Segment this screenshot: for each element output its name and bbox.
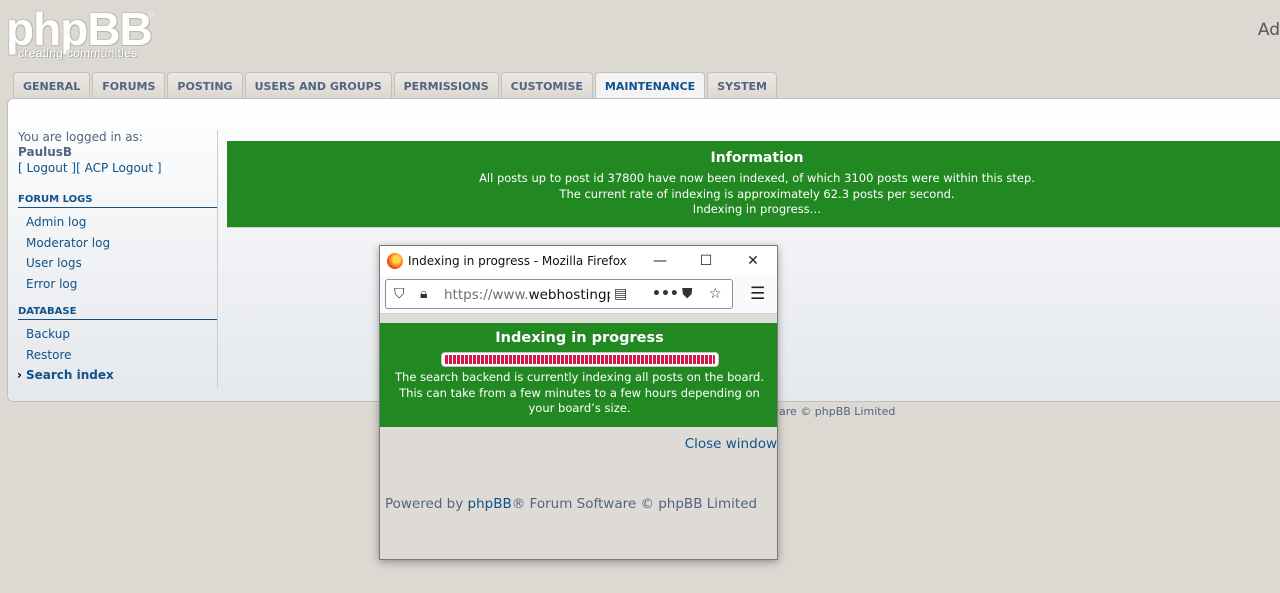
- section-title-forum-logs: FORUM LOGS: [18, 194, 217, 208]
- sidebar-divider: [217, 130, 218, 388]
- logout-links: [ Logout ][ ACP Logout ]: [18, 161, 162, 175]
- toolbar-separator: [380, 313, 777, 323]
- logout-link[interactable]: Logout: [27, 161, 68, 175]
- powered-prefix: Powered by: [385, 496, 468, 512]
- sidebar-item-moderator-log[interactable]: Moderator log: [18, 233, 218, 254]
- progress-message: The search backend is currently indexing…: [395, 370, 764, 415]
- acp-tabs: GENERAL FORUMS POSTING USERS AND GROUPS …: [13, 72, 777, 100]
- section-title-database: DATABASE: [18, 306, 217, 320]
- sidebar-item-admin-log[interactable]: Admin log: [18, 212, 218, 233]
- information-line-status: Indexing in progress…: [692, 202, 822, 216]
- tab-users-and-groups[interactable]: USERS AND GROUPS: [244, 72, 392, 99]
- logo-registered-mark: ®: [146, 8, 158, 22]
- username: PaulusB: [18, 145, 73, 159]
- indexing-progress-box: Indexing in progress The search backend …: [380, 323, 777, 427]
- information-line-rate: The current rate of indexing is approxim…: [559, 186, 955, 201]
- phpbb-logo[interactable]: phpBB ® creating communities: [6, 3, 166, 62]
- tab-system[interactable]: SYSTEM: [707, 72, 777, 99]
- sidebar: You are logged in as: PaulusB [ Logout ]…: [17, 130, 218, 386]
- acp-logout-link[interactable]: ACP Logout: [85, 161, 154, 175]
- tab-permissions[interactable]: PERMISSIONS: [393, 72, 499, 99]
- maximize-icon[interactable]: ☐: [696, 251, 716, 271]
- sidebar-item-user-logs[interactable]: User logs: [18, 253, 218, 274]
- background-footer: ware © phpBB Limited: [770, 405, 896, 418]
- logo-tagline: creating communities: [18, 46, 138, 60]
- tab-forums[interactable]: FORUMS: [92, 72, 166, 99]
- close-icon[interactable]: ✕: [743, 251, 763, 271]
- minimize-icon[interactable]: —: [650, 251, 670, 271]
- pocket-icon[interactable]: ⛊: [682, 286, 693, 302]
- url-text[interactable]: https://www.webhostingpro: [444, 287, 610, 303]
- firefox-icon: [387, 253, 403, 269]
- tab-general[interactable]: GENERAL: [13, 72, 91, 99]
- sidebar-item-search-index[interactable]: Search index: [17, 365, 218, 386]
- progress-heading: Indexing in progress: [495, 330, 664, 346]
- close-window-link[interactable]: Close window: [685, 436, 777, 452]
- information-box: Information All posts up to post id 3780…: [227, 141, 1280, 227]
- hamburger-menu-icon[interactable]: ☰: [750, 285, 765, 303]
- logged-in-label: You are logged in as:: [18, 130, 143, 144]
- tracking-shield-icon[interactable]: ⛉: [394, 286, 405, 302]
- tab-customise[interactable]: CUSTOMISE: [500, 72, 593, 99]
- url-domain: webhostingpro: [528, 287, 610, 303]
- firefox-popup-window[interactable]: Indexing in progress - Mozilla Firefox —…: [379, 245, 778, 560]
- database-menu: Backup Restore Search index: [17, 324, 218, 386]
- progress-bar-fill: [444, 355, 715, 364]
- forum-logs-menu: Admin log Moderator log User logs Error …: [18, 212, 218, 294]
- tab-maintenance[interactable]: MAINTENANCE: [594, 72, 706, 100]
- information-title: Information: [710, 150, 804, 166]
- powered-suffix: ® Forum Software © phpBB Limited: [511, 496, 758, 512]
- reader-view-icon[interactable]: ▤: [614, 286, 627, 302]
- progress-bar: [440, 352, 719, 367]
- sidebar-item-backup[interactable]: Backup: [18, 324, 218, 345]
- lock-icon[interactable]: 🔒︎: [420, 286, 427, 302]
- powered-by-footer: Powered by phpBB® Forum Software © phpBB…: [385, 496, 757, 512]
- url-bar[interactable]: ⛉ 🔒︎ https://www.webhostingpro ▤ ••• ⛊ ☆: [385, 279, 733, 309]
- bookmark-star-icon[interactable]: ☆: [709, 286, 722, 302]
- phpbb-link[interactable]: phpBB: [468, 496, 512, 512]
- information-line-indexed: All posts up to post id 37800 have now b…: [479, 171, 1035, 185]
- url-prefix: https://www.: [444, 287, 529, 303]
- more-icon[interactable]: •••: [652, 286, 679, 302]
- header-corner-text: Ad: [1257, 20, 1280, 40]
- window-title: Indexing in progress - Mozilla Firefox: [408, 254, 627, 268]
- window-titlebar[interactable]: Indexing in progress - Mozilla Firefox —…: [380, 246, 777, 276]
- sidebar-item-restore[interactable]: Restore: [18, 345, 218, 366]
- content-divider: [227, 227, 1280, 228]
- navigation-toolbar: ⛉ 🔒︎ https://www.webhostingpro ▤ ••• ⛊ ☆…: [380, 276, 777, 313]
- sidebar-item-error-log[interactable]: Error log: [18, 274, 218, 295]
- tab-posting[interactable]: POSTING: [167, 72, 243, 99]
